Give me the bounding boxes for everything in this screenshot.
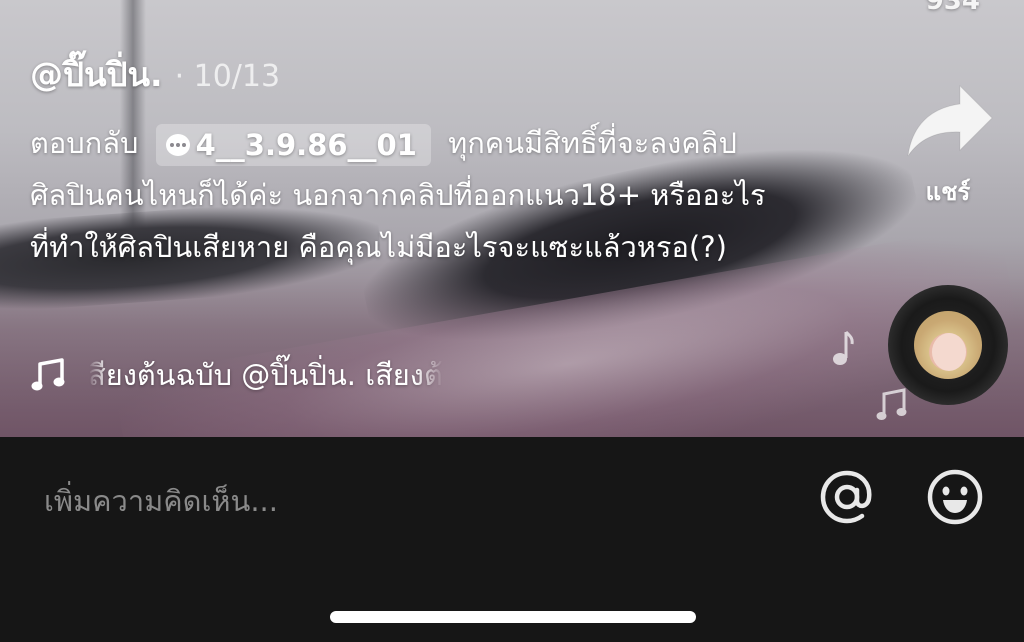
reply-to-chip[interactable]: 4__3.9.86__01 (155, 124, 431, 166)
reply-to-username: 4__3.9.86__01 (195, 128, 417, 162)
music-disc[interactable] (888, 285, 1008, 405)
floating-music-note-icon (876, 388, 907, 420)
floating-music-note-icon (833, 330, 854, 365)
music-track-text: สียงต้นฉบับ @ปิ๊นปิ่น. เสียงต้ (88, 358, 443, 392)
share-count: 934 (925, 0, 980, 16)
post-caption: ตอบกลับ 4__3.9.86__01 ทุกคนมีสิทธิ์ที่จะ… (30, 117, 770, 273)
sound-avatar (914, 311, 982, 379)
post-header: @ปิ๊นปิ่น. · 10/13 (30, 48, 280, 101)
comment-input[interactable]: เพิ่มความคิดเห็น... (44, 478, 278, 524)
author-name[interactable]: @ปิ๊นปิ่น. (30, 48, 163, 101)
share-label[interactable]: แชร์ (904, 172, 992, 211)
home-indicator[interactable] (330, 611, 696, 623)
reply-prefix: ตอบกลับ (30, 126, 139, 160)
music-note-icon (31, 358, 65, 391)
music-info[interactable]: สียงต้นฉบับ @ปิ๊นปิ่น. เสียงต้ (30, 352, 550, 398)
speech-bubble-icon (165, 134, 190, 156)
share-arrow-icon[interactable] (904, 82, 996, 162)
post-date: · 10/13 (174, 59, 281, 94)
at-sign-icon[interactable] (818, 468, 876, 526)
smiley-icon[interactable] (926, 468, 984, 526)
